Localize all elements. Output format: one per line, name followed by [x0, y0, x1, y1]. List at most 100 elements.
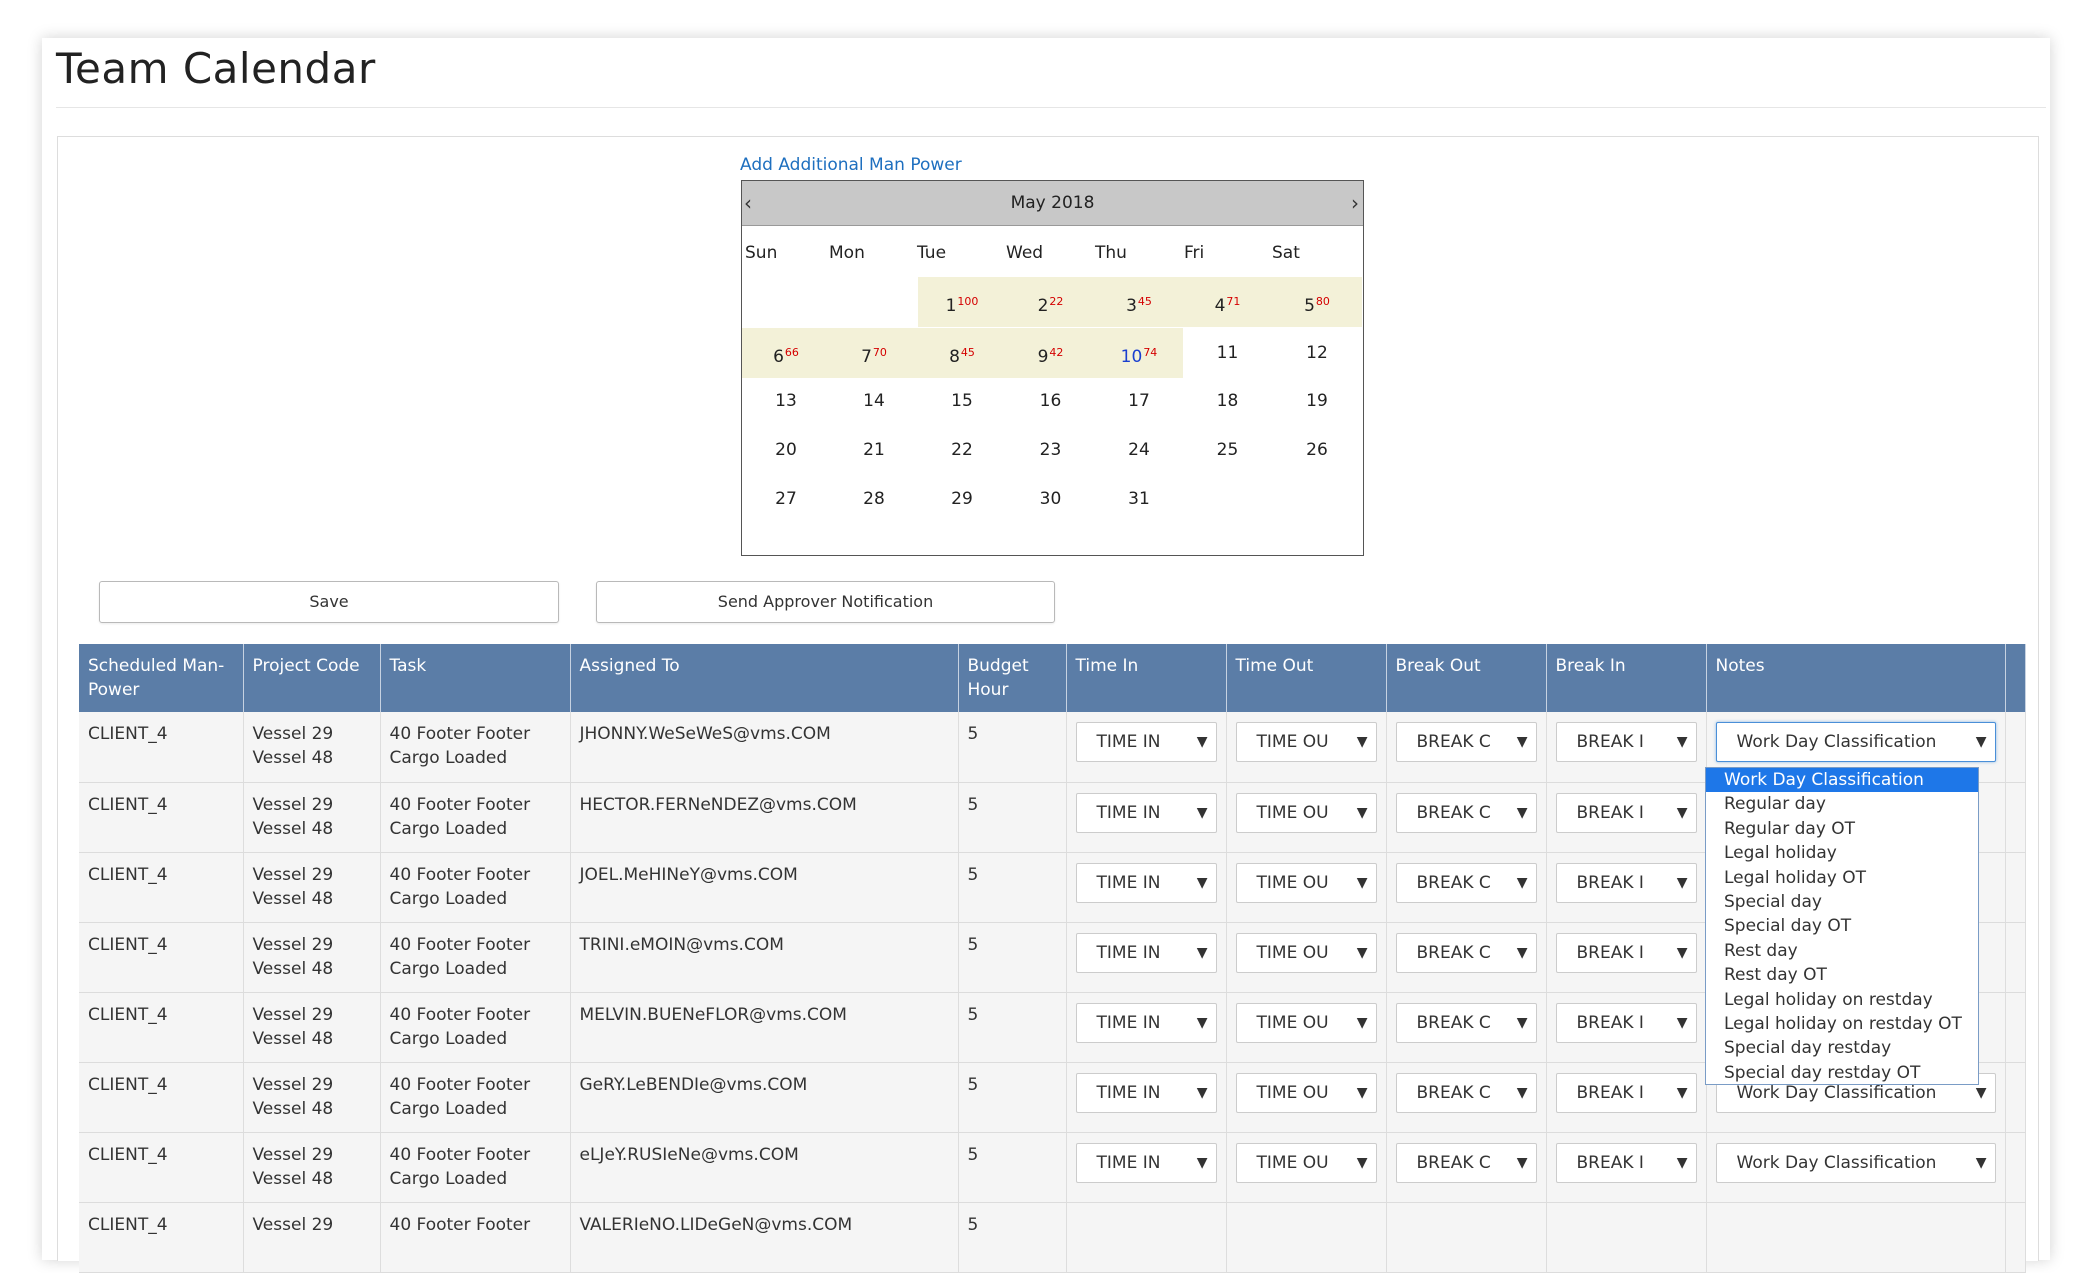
calendar-day[interactable]: 15	[918, 376, 1006, 426]
triangle-down-icon: ▼	[1672, 933, 1688, 972]
calendar-day-number: 27	[775, 489, 797, 509]
break-in-select[interactable]: BREAK I ▼	[1555, 722, 1697, 762]
calendar-day-number: 3	[1126, 296, 1137, 316]
weekday-label: Tue	[917, 243, 947, 263]
break-in-select[interactable]: BREAK I ▼	[1555, 1072, 1697, 1113]
break-out-select[interactable]: BREAK C ▼	[1395, 1072, 1537, 1113]
calendar-day[interactable]: 666	[742, 328, 830, 378]
time-in-select[interactable]: TIME IN ▼	[1075, 792, 1217, 833]
notes-option[interactable]: Work Day Classification	[1706, 768, 1978, 793]
notes-select[interactable]: Work Day Classification ▼	[1715, 1142, 1996, 1183]
time-out-select[interactable]: TIME OU ▼	[1235, 722, 1377, 762]
chevron-right-icon[interactable]: ›	[1351, 191, 1359, 215]
calendar-day[interactable]: 31	[1095, 474, 1183, 524]
notes-dropdown-list[interactable]: Work Day Classification Regular day Regula…	[1705, 767, 1979, 1085]
calendar-day[interactable]: 770	[830, 328, 918, 378]
calendar-day-number: 10	[1120, 347, 1143, 367]
triangle-down-icon: ▼	[1192, 863, 1208, 902]
time-out-select[interactable]: TIME OU ▼	[1235, 792, 1377, 833]
notes-option[interactable]: Rest day OT	[1706, 963, 1978, 987]
calendar-day[interactable]: 28	[830, 474, 918, 524]
calendar-day[interactable]: 21	[830, 425, 918, 475]
calendar-day[interactable]: 29	[918, 474, 1006, 524]
break-in-select[interactable]: BREAK I ▼	[1555, 932, 1697, 973]
notes-option[interactable]: Legal holiday OT	[1706, 866, 1978, 890]
time-out-select[interactable]: TIME OU ▼	[1235, 932, 1377, 973]
cell-break-out: BREAK C ▼	[1386, 922, 1547, 993]
calendar-day[interactable]: 23	[1006, 425, 1095, 475]
break-out-select[interactable]: BREAK C ▼	[1395, 862, 1537, 903]
time-out-select[interactable]: TIME OU ▼	[1235, 1072, 1377, 1113]
break-out-select[interactable]: BREAK C ▼	[1395, 1002, 1537, 1043]
save-button[interactable]: Save	[99, 581, 559, 623]
page-title: Team Calendar	[56, 44, 376, 93]
time-in-select[interactable]: TIME IN ▼	[1075, 862, 1217, 903]
calendar-day[interactable]: 345	[1095, 277, 1183, 327]
calendar-day[interactable]: 1100	[918, 277, 1006, 327]
notes-option[interactable]: Special day OT	[1706, 914, 1978, 938]
break-in-select[interactable]: BREAK I ▼	[1555, 792, 1697, 833]
calendar-day[interactable]: 24	[1095, 425, 1183, 475]
break-out-select[interactable]: BREAK C ▼	[1395, 932, 1537, 973]
calendar-day-number: 28	[863, 489, 885, 509]
calendar-day-number: 9	[1037, 347, 1049, 367]
add-man-power-link[interactable]: Add Additional Man Power	[740, 155, 962, 175]
time-in-select[interactable]: TIME IN ▼	[1075, 1002, 1217, 1043]
break-in-select[interactable]: BREAK I ▼	[1555, 862, 1697, 903]
calendar-day[interactable]: 222	[1006, 277, 1095, 327]
time-in-select[interactable]: TIME IN ▼	[1075, 1072, 1217, 1113]
calendar-day[interactable]: 14	[830, 376, 918, 426]
calendar-day[interactable]: 471	[1183, 277, 1272, 327]
cell-time-out: TIME OU ▼	[1226, 1132, 1387, 1203]
calendar-day[interactable]: 845	[918, 328, 1006, 378]
calendar-day-number: 18	[1216, 391, 1239, 411]
notes-option[interactable]: Regular day OT	[1706, 817, 1978, 841]
calendar-day[interactable]: 18	[1183, 376, 1272, 426]
calendar-day[interactable]: 13	[742, 376, 830, 426]
calendar-day[interactable]: 1074	[1095, 328, 1183, 378]
notes-option[interactable]: Special day restday OT	[1706, 1061, 1978, 1085]
time-out-select[interactable]: TIME OU ▼	[1235, 1142, 1377, 1183]
calendar-day[interactable]: 22	[918, 425, 1006, 475]
cell-budget-hour: 5	[958, 1202, 1067, 1273]
send-approver-notification-button[interactable]: Send Approver Notification	[596, 581, 1055, 623]
time-out-select-value: TIME OU	[1256, 732, 1329, 752]
notes-option[interactable]: Rest day	[1706, 939, 1978, 963]
break-out-select[interactable]: BREAK C ▼	[1395, 722, 1537, 762]
calendar-day[interactable]: 20	[742, 425, 830, 475]
cell-assigned-to: eLJeY.RUSIeNe@vms.COM	[570, 1132, 959, 1203]
break-in-select[interactable]: BREAK I ▼	[1555, 1002, 1697, 1043]
cell-budget-hour: 5	[958, 992, 1067, 1063]
calendar-day[interactable]: 16	[1006, 376, 1095, 426]
notes-option[interactable]: Regular day	[1706, 792, 1978, 816]
break-in-select[interactable]: BREAK I ▼	[1555, 1142, 1697, 1183]
triangle-down-icon: ▼	[1971, 723, 1987, 761]
time-in-select[interactable]: TIME IN ▼	[1075, 1142, 1217, 1183]
notes-option[interactable]: Legal holiday on restday	[1706, 988, 1978, 1012]
calendar-day[interactable]: 17	[1095, 376, 1183, 426]
break-out-select[interactable]: BREAK C ▼	[1395, 792, 1537, 833]
calendar-day[interactable]: 12	[1272, 328, 1362, 378]
notes-select[interactable]: Work Day Classification ▼	[1715, 722, 1996, 762]
calendar-day[interactable]: 942	[1006, 328, 1095, 378]
time-out-select[interactable]: TIME OU ▼	[1235, 862, 1377, 903]
notes-option[interactable]: Special day	[1706, 890, 1978, 914]
calendar-day[interactable]: 26	[1272, 425, 1362, 475]
notes-option[interactable]: Legal holiday on restday OT	[1706, 1012, 1978, 1036]
calendar-day[interactable]: 580	[1272, 277, 1362, 327]
calendar-day[interactable]: 11	[1183, 328, 1272, 378]
notes-option[interactable]: Special day restday	[1706, 1036, 1978, 1060]
cell-assigned-to: TRINI.eMOIN@vms.COM	[570, 922, 959, 993]
calendar-day[interactable]: 25	[1183, 425, 1272, 475]
calendar-day-count: 22	[1049, 295, 1064, 308]
time-in-select[interactable]: TIME IN ▼	[1075, 932, 1217, 973]
calendar-day[interactable]: 19	[1272, 376, 1362, 426]
calendar-day-number: 14	[863, 391, 885, 411]
time-out-select[interactable]: TIME OU ▼	[1235, 1002, 1377, 1043]
notes-option[interactable]: Legal holiday	[1706, 841, 1978, 865]
calendar-day[interactable]: 30	[1006, 474, 1095, 524]
cell-break-in: BREAK I ▼	[1546, 992, 1707, 1063]
calendar-day[interactable]: 27	[742, 474, 830, 524]
break-out-select[interactable]: BREAK C ▼	[1395, 1142, 1537, 1183]
time-in-select[interactable]: TIME IN ▼	[1075, 722, 1217, 762]
